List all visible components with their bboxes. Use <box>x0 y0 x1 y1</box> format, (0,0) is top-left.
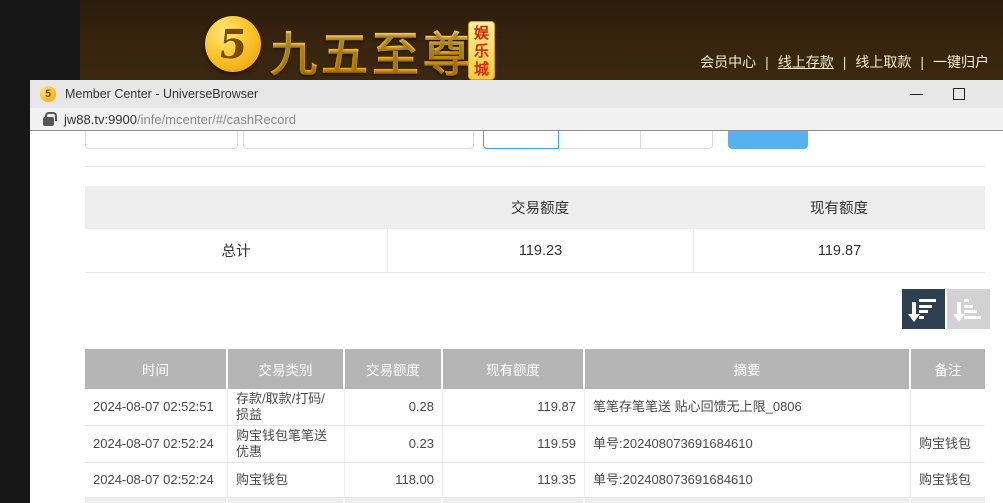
cell-remark <box>911 389 985 425</box>
summary-header-transaction: 交易额度 <box>387 197 693 218</box>
cell-summary: 单号:202408073691684610 <box>585 463 911 497</box>
cell-summary: 单号:202408073691684610 <box>585 426 911 462</box>
brand-badge: 娱 乐 城 <box>468 21 495 80</box>
summary-table: 交易额度 现有额度 总计 119.23 119.87 <box>85 186 985 273</box>
favicon-icon: 5 <box>40 86 56 102</box>
cell-time: 2024-08-07 02:52:24 <box>85 426 228 462</box>
screen: 5 九五至尊 娱 乐 城 会员中心 | 线上存款 | 线上取款 | 一键归户 5… <box>0 0 1003 503</box>
sort-descending-icon <box>912 299 936 319</box>
cell-remark: 购宝钱包 <box>911 463 985 497</box>
summary-total-row: 总计 119.23 119.87 <box>85 229 985 273</box>
cell-balance: 119.35 <box>443 463 585 497</box>
sort-ascending-icon <box>957 299 981 319</box>
cell-amount: 0.28 <box>345 389 443 425</box>
minimize-button[interactable] <box>910 88 923 101</box>
table-row: 2024-08-07 02:52:51 存款/取款/打码/损益 0.28 119… <box>85 389 985 426</box>
maximize-button[interactable] <box>953 88 965 100</box>
cell-amount: 118.00 <box>345 463 443 497</box>
sort-descending-button[interactable] <box>902 289 945 329</box>
filter-row-clipped <box>30 131 1003 150</box>
nav-member-center[interactable]: 会员中心 <box>700 52 756 72</box>
banner-nav: 会员中心 | 线上存款 | 线上取款 | 一键归户 <box>700 52 989 72</box>
url-path: /infe/mcenter/#/cashRecord <box>137 112 296 127</box>
window-controls <box>910 88 993 101</box>
nav-online-withdraw[interactable]: 线上取款 <box>855 52 911 72</box>
records-header-row: 时间 交易类别 交易额度 现有额度 摘要 备注 <box>85 349 985 389</box>
section-divider <box>85 166 985 167</box>
brand-banner: 5 九五至尊 娱 乐 城 会员中心 | 线上存款 | 线上取款 | 一键归户 <box>80 0 1003 80</box>
header-remark: 备注 <box>911 349 985 389</box>
filter-input-2[interactable] <box>243 131 474 149</box>
url-text[interactable]: jw88.tv:9900/infe/mcenter/#/cashRecord <box>64 112 296 127</box>
cell-type: 购宝钱包 <box>228 463 345 497</box>
nav-one-key-transfer[interactable]: 一键归户 <box>933 52 989 72</box>
summary-header-row: 交易额度 现有额度 <box>85 186 985 229</box>
cell-time: 2024-08-07 02:52:24 <box>85 463 228 497</box>
search-button[interactable] <box>728 131 808 149</box>
cell-balance: 119.59 <box>443 426 585 462</box>
cell-amount: 0.23 <box>345 426 443 462</box>
segment-option-3[interactable] <box>641 131 713 149</box>
clipped-next-row <box>85 498 985 503</box>
cell-time: 2024-08-07 02:52:51 <box>85 389 228 425</box>
summary-total-balance: 119.87 <box>693 229 985 272</box>
badge-char: 乐 <box>474 43 489 61</box>
nav-separator: | <box>765 54 769 70</box>
header-balance: 现有额度 <box>443 349 585 389</box>
summary-total-transaction: 119.23 <box>387 229 693 272</box>
lock-icon <box>43 117 54 126</box>
cell-type: 购宝钱包笔笔送优惠 <box>228 426 345 462</box>
browser-window: 5 Member Center - UniverseBrowser jw88.t… <box>30 80 1003 503</box>
nav-separator: | <box>843 54 847 70</box>
table-row: 2024-08-07 02:52:24 购宝钱包笔笔送优惠 0.23 119.5… <box>85 426 985 463</box>
header-time: 时间 <box>85 349 228 389</box>
summary-header-balance: 现有额度 <box>693 197 985 218</box>
cash-records-table: 时间 交易类别 交易额度 现有额度 摘要 备注 2024-08-07 02:52… <box>85 349 985 503</box>
cell-type: 存款/取款/打码/损益 <box>228 389 345 425</box>
page-content: 交易额度 现有额度 总计 119.23 119.87 <box>30 131 1003 502</box>
nav-online-deposit[interactable]: 线上存款 <box>778 52 834 72</box>
window-titlebar[interactable]: 5 Member Center - UniverseBrowser <box>30 80 1003 108</box>
segment-option-1[interactable] <box>483 131 559 149</box>
segment-option-2[interactable] <box>559 131 641 149</box>
window-title: Member Center - UniverseBrowser <box>65 87 258 101</box>
brand-name: 九五至尊 <box>270 16 474 85</box>
address-bar[interactable]: jw88.tv:9900/infe/mcenter/#/cashRecord <box>30 108 1003 131</box>
summary-total-label: 总计 <box>85 240 387 261</box>
url-host: jw88.tv:9900 <box>64 112 137 127</box>
header-amount: 交易额度 <box>345 349 443 389</box>
badge-char: 城 <box>474 61 489 79</box>
brand-logo-icon: 5 <box>205 16 261 72</box>
badge-char: 娱 <box>474 25 489 43</box>
nav-separator: | <box>920 54 924 70</box>
header-summary: 摘要 <box>585 349 911 389</box>
favicon-glyph: 5 <box>45 88 51 100</box>
filter-input-1[interactable] <box>85 131 238 149</box>
table-row: 2024-08-07 02:52:24 购宝钱包 118.00 119.35 单… <box>85 463 985 498</box>
sort-ascending-button[interactable] <box>947 289 990 329</box>
sort-buttons <box>902 289 990 329</box>
header-type: 交易类别 <box>228 349 345 389</box>
cell-remark: 购宝钱包 <box>911 426 985 462</box>
cell-balance: 119.87 <box>443 389 585 425</box>
cell-summary: 笔笔存笔笔送 贴心回馈无上限_0806 <box>585 389 911 425</box>
filter-segmented-control <box>483 131 713 149</box>
logo-glyph: 5 <box>217 21 250 68</box>
